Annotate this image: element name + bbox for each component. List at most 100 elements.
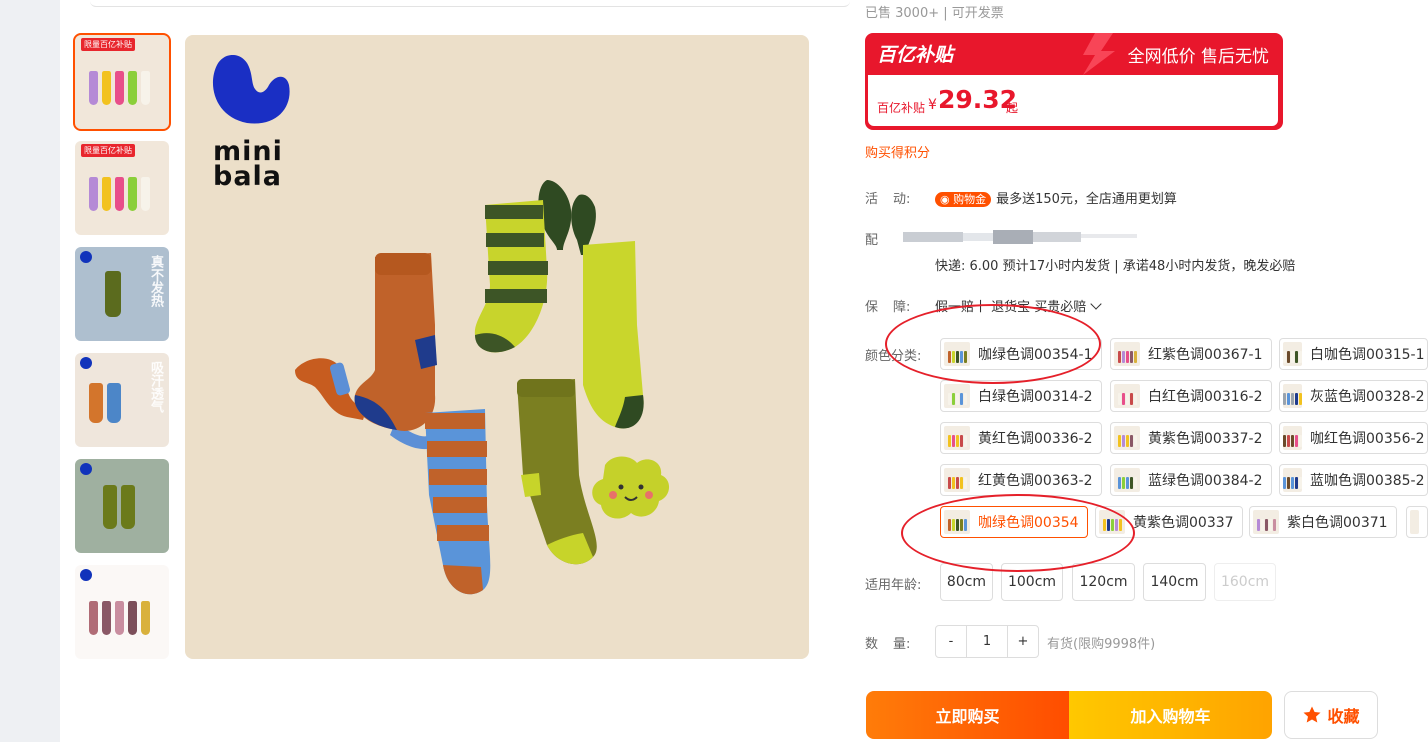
size-option[interactable]: 120cm <box>1072 563 1135 601</box>
points-link[interactable]: 购买得积分 <box>865 142 930 161</box>
socks-illustration <box>295 180 670 595</box>
thumbnail-socks <box>89 601 150 635</box>
brand-logo-icon <box>80 251 92 263</box>
color-option[interactable]: 黄紫色调00337 <box>1095 506 1243 538</box>
shopping-coin-badge: ◉ 购物金 <box>935 192 992 207</box>
color-option[interactable]: 白绿色调00314-2 <box>940 380 1102 412</box>
color-option-label: 咖绿色调00354 <box>978 515 1079 531</box>
color-option[interactable]: 紫白色调00371 <box>1249 506 1397 538</box>
size-label: 适用年龄: <box>865 578 922 593</box>
color-swatch <box>944 510 970 534</box>
favorite-label: 收藏 <box>1327 707 1360 726</box>
color-option-label: 黄紫色调00337 <box>1133 515 1234 531</box>
color-option[interactable]: 红黄色调00363-2 <box>940 464 1102 496</box>
promo-banner: 百亿补贴 全网低价 售后无忧 百亿补贴 ¥ 29.32 起 <box>865 33 1283 130</box>
color-swatch <box>1283 426 1302 450</box>
activity-info: ◉ 购物金 最多送150元，全店通用更划算 <box>935 188 1177 207</box>
thumbnail-list: 限量百亿补贴 限量百亿补贴 真不发热 吸汗透气 <box>73 33 171 671</box>
thumbnail-socks <box>105 271 121 317</box>
color-option-label: 蓝咖色调00385-2 <box>1310 473 1425 489</box>
quantity-stepper: - 1 + <box>935 625 1039 658</box>
main-product-image[interactable]: mini bala <box>185 35 809 659</box>
color-label: 颜色分类: <box>865 349 922 364</box>
thumbnail-socks <box>89 383 121 423</box>
guarantee-dropdown[interactable]: 假一赔十 退货宝 买贵必赔 <box>935 296 1102 315</box>
activity-label: 活动: <box>865 192 911 207</box>
color-swatch <box>944 384 970 408</box>
promo-slogan: 全网低价 售后无忧 <box>1127 47 1269 67</box>
search-bar-edge <box>90 0 850 7</box>
price-suffix: 起 <box>1006 101 1019 115</box>
quantity-decrease-button[interactable]: - <box>936 626 966 657</box>
thumbnail-6[interactable] <box>75 565 169 659</box>
color-option[interactable]: 白咖色调00315-1 <box>1279 338 1428 370</box>
color-swatch <box>1114 426 1140 450</box>
thumbnail-overlay-text: 真不发热 <box>148 255 163 307</box>
guarantee-label: 保障: <box>865 300 911 315</box>
color-option[interactable]: 红紫色调00367-1 <box>1110 338 1272 370</box>
color-option-label: 黄红色调00336-2 <box>978 431 1093 447</box>
thumbnail-2[interactable]: 限量百亿补贴 <box>75 141 169 235</box>
stock-info: 有货(限购9998件) <box>1047 637 1156 652</box>
color-option-label: 咖红色调00356-2 <box>1310 431 1425 447</box>
price-box: 百亿补贴 ¥ 29.32 起 <box>868 75 1278 126</box>
color-swatch <box>1283 342 1302 366</box>
thumbnail-5[interactable] <box>75 459 169 553</box>
shipping-info: 快递: 6.00 预计17小时内发货 | 承诺48小时内发货，晚发必赔 <box>935 259 1296 274</box>
color-option[interactable]: 白红色调00316-2 <box>1110 380 1272 412</box>
color-option[interactable]: 黄紫色调00337-2 <box>1110 422 1272 454</box>
price-label: 百亿补贴 <box>877 101 926 115</box>
color-swatch <box>1283 468 1302 492</box>
color-option-label: 白红色调00316-2 <box>1148 389 1263 405</box>
size-option: 160cm <box>1214 563 1276 601</box>
color-swatch <box>1099 510 1125 534</box>
thumbnail-3[interactable]: 真不发热 <box>75 247 169 341</box>
color-swatch <box>944 342 970 366</box>
lightning-icon <box>1083 33 1115 75</box>
color-option-label: 红紫色调00367-1 <box>1148 347 1263 363</box>
color-swatch <box>944 468 970 492</box>
activity-text: 最多送150元，全店通用更划算 <box>996 192 1177 207</box>
brand-logo-icon <box>80 357 92 369</box>
buy-now-button[interactable]: 立即购买 <box>866 691 1069 739</box>
size-option[interactable]: 100cm <box>1001 563 1063 601</box>
color-option[interactable]: 蓝绿色调00384-2 <box>1110 464 1272 496</box>
currency-symbol: ¥ <box>928 97 937 113</box>
thumbnail-1[interactable]: 限量百亿补贴 <box>73 33 171 131</box>
thumbnail-badge: 限量百亿补贴 <box>81 38 135 51</box>
quantity-increase-button[interactable]: + <box>1008 626 1038 657</box>
thumbnail-socks <box>89 71 150 105</box>
color-swatch <box>1114 342 1140 366</box>
delivery-label: 配 <box>865 233 879 248</box>
color-option-label: 白绿色调00314-2 <box>978 389 1093 405</box>
color-option-label: 红黄色调00363-2 <box>978 473 1093 489</box>
star-icon <box>1303 706 1321 723</box>
brand-logo-icon <box>80 463 92 475</box>
color-option-partial[interactable] <box>1406 506 1428 538</box>
brand-logo-icon <box>80 569 92 581</box>
thumbnail-4[interactable]: 吸汗透气 <box>75 353 169 447</box>
color-option[interactable]: 咖红色调00356-2 <box>1279 422 1428 454</box>
color-option[interactable]: 蓝咖色调00385-2 <box>1279 464 1428 496</box>
subsidy-badge: 百亿补贴 <box>877 44 954 66</box>
color-option-label: 紫白色调00371 <box>1287 515 1388 531</box>
color-option[interactable]: 黄红色调00336-2 <box>940 422 1102 454</box>
favorite-button[interactable]: 收藏 <box>1284 691 1378 739</box>
size-option[interactable]: 80cm <box>940 563 993 601</box>
quantity-input[interactable]: 1 <box>966 626 1008 657</box>
color-option[interactable]: 咖绿色调00354-1 <box>940 338 1102 370</box>
size-option[interactable]: 140cm <box>1143 563 1206 601</box>
color-option[interactable]: 咖绿色调00354 <box>940 506 1088 538</box>
color-swatch <box>1114 468 1140 492</box>
color-swatch <box>1410 510 1419 534</box>
chevron-down-icon <box>1090 298 1102 310</box>
color-option-label: 灰蓝色调00328-2 <box>1310 389 1425 405</box>
color-option[interactable]: 灰蓝色调00328-2 <box>1279 380 1428 412</box>
color-option-label: 白咖色调00315-1 <box>1310 347 1425 363</box>
color-swatch <box>1253 510 1279 534</box>
quantity-label: 数量: <box>865 637 911 652</box>
thumbnail-overlay-text: 吸汗透气 <box>148 361 163 413</box>
thumbnail-socks <box>89 177 150 211</box>
add-to-cart-button[interactable]: 加入购物车 <box>1069 691 1272 739</box>
thumbnail-badge: 限量百亿补贴 <box>81 144 135 157</box>
